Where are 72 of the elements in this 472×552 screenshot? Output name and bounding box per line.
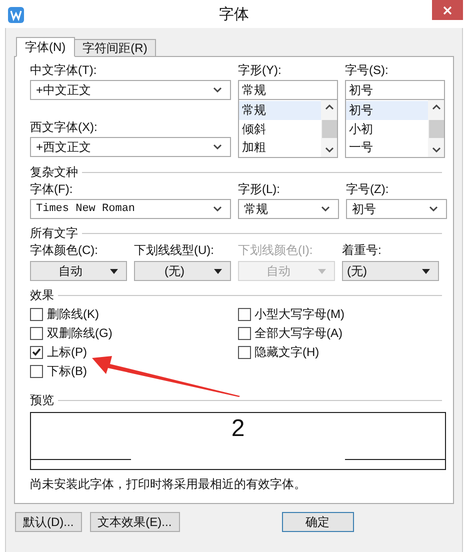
field-label: 着重号: — [342, 243, 382, 257]
dropdown-button[interactable]: (无) — [134, 261, 231, 281]
section-title: 预览 — [30, 393, 54, 407]
field-label: 字号(Z): — [346, 182, 390, 196]
checkbox[interactable] — [30, 364, 43, 378]
field-label: 字号(S): — [345, 63, 390, 77]
chevron-up-icon — [432, 104, 440, 110]
list-item[interactable]: 加粗 — [239, 138, 321, 156]
list-item[interactable]: 常规 — [239, 101, 321, 120]
triangle-down-icon — [214, 268, 222, 274]
dropdown-field[interactable]: Times New Roman — [30, 199, 231, 219]
chevron-down-icon — [213, 87, 222, 93]
field-label: 下划线线型(U): — [134, 243, 215, 257]
field-label: 字体(F): — [30, 182, 74, 196]
field-label: 下划线颜色(I): — [238, 243, 314, 257]
dialog-button[interactable]: 文本效果(E)... — [90, 512, 180, 532]
scrollbar[interactable] — [321, 100, 337, 157]
dropdown-field[interactable]: 初号 — [346, 199, 447, 219]
preview-note: 尚未安装此字体，打印时将采用最相近的有效字体。 — [30, 477, 307, 491]
chevron-down-icon — [213, 144, 222, 150]
chevron-down-icon — [429, 206, 438, 212]
checkbox[interactable] — [30, 326, 43, 340]
checkbox-label: 上标(P) — [47, 345, 87, 359]
checkmark-icon — [32, 348, 41, 356]
checkbox-label: 删除线(K) — [47, 307, 99, 321]
window-title: 字体 — [219, 6, 249, 24]
list-item[interactable]: 倾斜 — [239, 120, 321, 138]
checkbox[interactable] — [30, 346, 43, 358]
dropdown-field[interactable]: +中文正文 — [30, 80, 231, 100]
checkbox[interactable] — [30, 308, 43, 320]
dropdown-button[interactable]: (无) — [342, 261, 439, 281]
checkbox[interactable] — [238, 346, 250, 358]
field-label: 字形(Y): — [238, 63, 282, 77]
preview-sample: 2 — [231, 416, 245, 442]
close-button[interactable] — [432, 0, 463, 20]
tab[interactable]: 字体(N) — [16, 37, 75, 57]
field-label: 中文字体(T): — [30, 63, 98, 77]
section-title: 所有文字 — [30, 226, 78, 240]
checkbox-label: 全部大写字母(A) — [254, 326, 342, 340]
tab[interactable]: 字符间距(R) — [74, 39, 156, 56]
dropdown-field[interactable]: +西文正文 — [30, 137, 231, 157]
chevron-down-icon — [324, 147, 334, 153]
chevron-up-icon — [324, 104, 334, 110]
scrollbar[interactable] — [428, 100, 444, 157]
app-logo-icon — [8, 7, 24, 23]
dropdown-field[interactable]: 常规 — [238, 199, 339, 219]
checkbox-label: 下标(B) — [47, 364, 87, 378]
text-field[interactable]: 常规 — [238, 80, 338, 100]
field-label: 字体颜色(C): — [30, 243, 99, 257]
list-item[interactable]: 一号 — [346, 138, 428, 156]
chevron-down-icon — [432, 147, 440, 153]
close-icon — [443, 6, 452, 14]
chevron-down-icon — [321, 206, 330, 212]
checkbox[interactable] — [238, 308, 250, 320]
checkbox-label: 双删除线(G) — [47, 326, 112, 340]
dialog-button[interactable]: 默认(D)... — [15, 512, 82, 532]
dialog-button[interactable]: 确定 — [282, 512, 354, 532]
text-field[interactable]: 初号 — [345, 80, 445, 100]
checkbox-label: 小型大写字母(M) — [254, 307, 344, 321]
checkbox-label: 隐藏文字(H) — [254, 345, 320, 359]
dropdown-button[interactable]: 自动 — [30, 261, 127, 281]
triangle-down-icon — [110, 268, 118, 274]
triangle-down-icon — [318, 268, 326, 274]
triangle-down-icon — [422, 268, 430, 274]
checkbox[interactable] — [238, 326, 250, 340]
list-item[interactable]: 小初 — [346, 120, 428, 138]
field-label: 西文字体(X): — [30, 120, 98, 134]
list-item[interactable]: 初号 — [346, 101, 428, 120]
field-label: 字形(L): — [238, 182, 281, 196]
section-title: 效果 — [30, 288, 54, 302]
section-title: 复杂文种 — [30, 165, 78, 179]
chevron-down-icon — [213, 206, 222, 212]
